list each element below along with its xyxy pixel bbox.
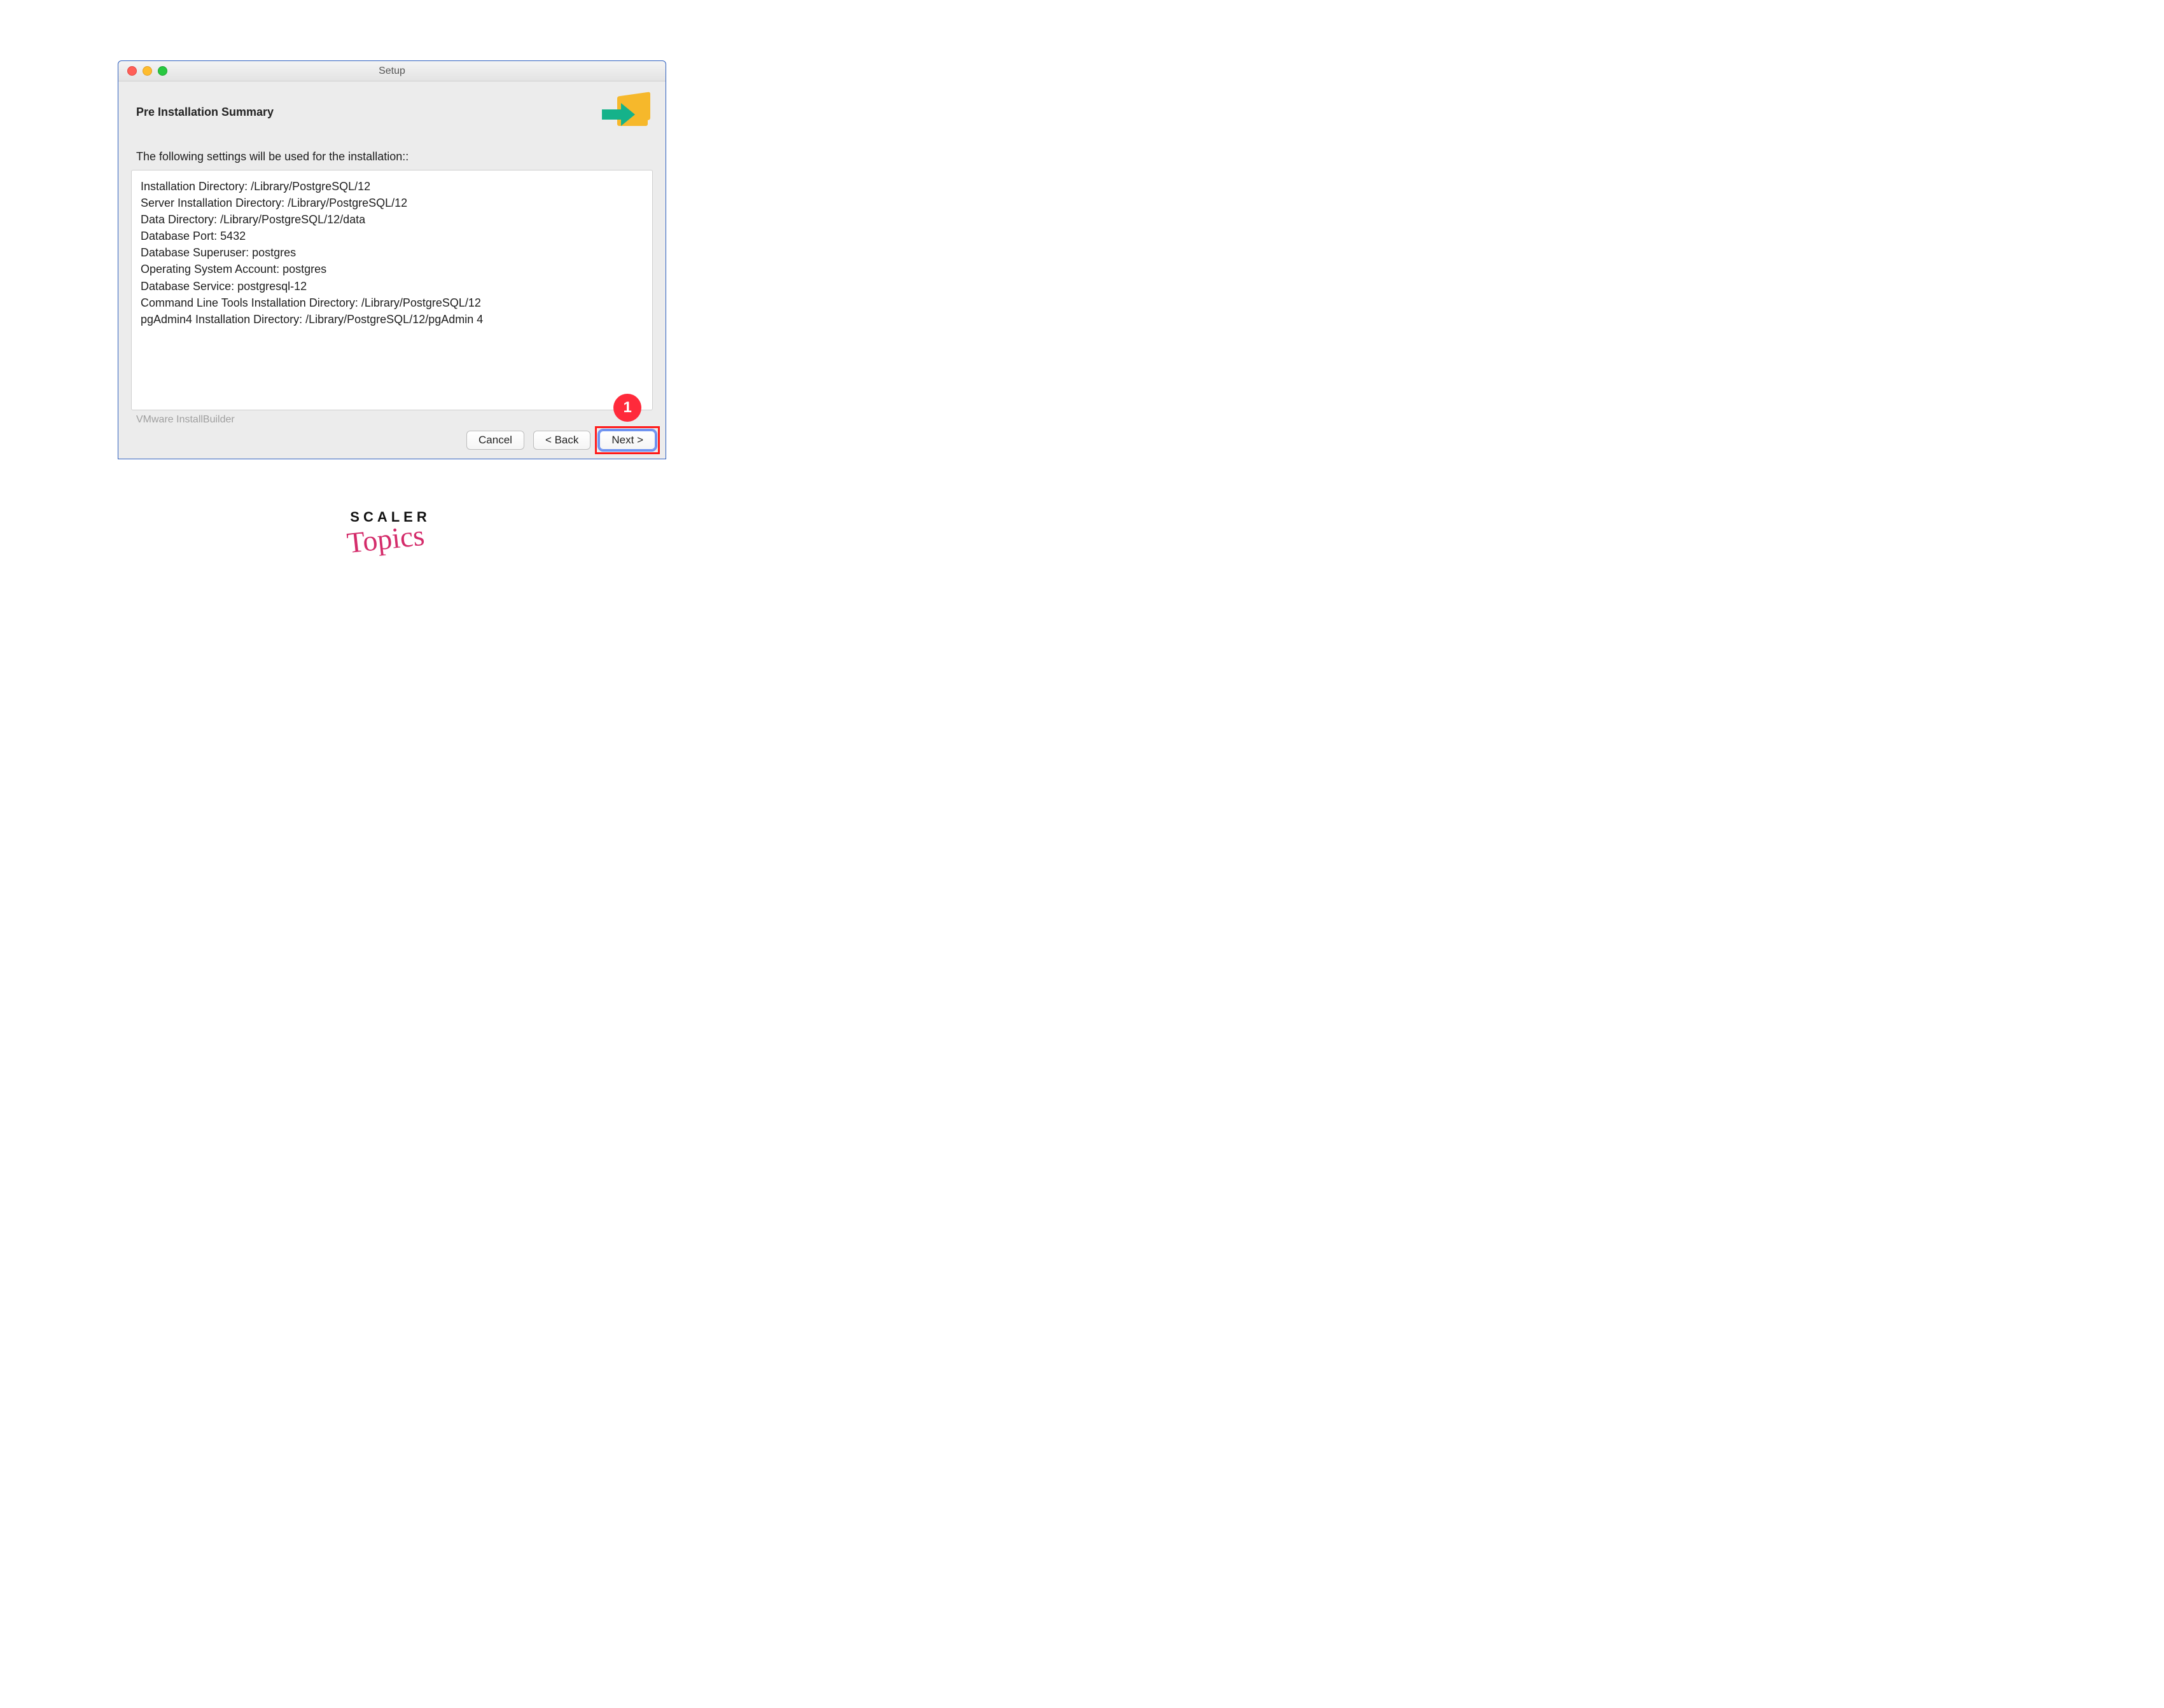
annotation-callout-1: 1 — [613, 394, 641, 422]
titlebar: Setup — [118, 61, 666, 81]
summary-line: pgAdmin4 Installation Directory: /Librar… — [141, 311, 643, 328]
summary-line: Database Superuser: postgres — [141, 244, 643, 261]
summary-line: Data Directory: /Library/PostgreSQL/12/d… — [141, 211, 643, 228]
window-title: Setup — [118, 66, 666, 77]
content-area: The following settings will be used for … — [118, 142, 666, 427]
window-controls — [118, 66, 167, 76]
brand-logo: SCALER Topics — [0, 509, 781, 555]
close-icon[interactable] — [127, 66, 137, 76]
zoom-icon[interactable] — [158, 66, 167, 76]
header: Pre Installation Summary — [118, 81, 666, 142]
brand-line2: Topics — [345, 518, 426, 560]
summary-line: Server Installation Directory: /Library/… — [141, 195, 643, 211]
next-button[interactable]: Next > — [599, 431, 655, 450]
builder-label: VMware InstallBuilder — [131, 410, 653, 427]
intro-text: The following settings will be used for … — [131, 148, 653, 170]
summary-line: Database Service: postgresql-12 — [141, 278, 643, 295]
button-row: Cancel < Back Next > — [118, 427, 666, 459]
back-button[interactable]: < Back — [533, 431, 590, 450]
summary-line: Command Line Tools Installation Director… — [141, 295, 643, 311]
cancel-button[interactable]: Cancel — [466, 431, 524, 450]
setup-window: Setup Pre Installation Summary The follo… — [118, 60, 666, 459]
minimize-icon[interactable] — [143, 66, 152, 76]
page-title: Pre Installation Summary — [136, 106, 274, 119]
summary-line: Installation Directory: /Library/Postgre… — [141, 178, 643, 195]
summary-line: Operating System Account: postgres — [141, 261, 643, 277]
installer-box-icon — [604, 92, 650, 132]
summary-panel[interactable]: Installation Directory: /Library/Postgre… — [131, 170, 653, 410]
summary-line: Database Port: 5432 — [141, 228, 643, 244]
